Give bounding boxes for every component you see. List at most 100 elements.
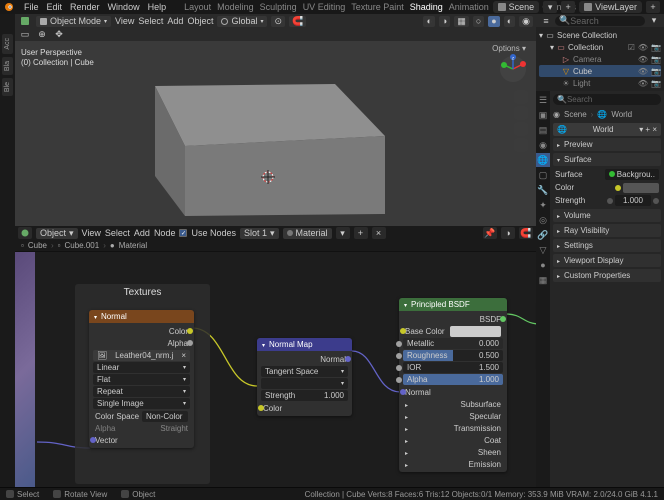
editor-type-icon[interactable] <box>18 15 32 27</box>
ol-camera[interactable]: ▷Camera👁📷 <box>539 53 661 65</box>
use-nodes-checkbox[interactable]: ✓ <box>179 229 187 237</box>
node-image-texture[interactable]: Normal Color Alpha 🖼Leather04_nrm.j× Lin… <box>89 310 194 448</box>
tab-object-icon[interactable]: ▢ <box>536 168 550 182</box>
gizmo-toggle-icon[interactable]: ◐ <box>423 16 434 27</box>
bc-data[interactable]: Cube.001 <box>64 241 99 250</box>
ior-field[interactable]: IOR1.500 <box>403 362 503 373</box>
ne-menu-add[interactable]: Add <box>134 228 150 238</box>
image-field[interactable]: 🖼Leather04_nrm.j× <box>93 350 190 361</box>
ol-scene-collection[interactable]: ▾▭Scene Collection <box>539 29 661 41</box>
outliner-search[interactable]: 🔍Search <box>555 16 645 26</box>
pin-icon[interactable]: 📌 <box>483 227 497 239</box>
eye-icon[interactable]: 👁 <box>638 43 648 52</box>
vp-menu-view[interactable]: View <box>115 16 134 26</box>
colorspace-field[interactable]: Non-Color <box>142 411 188 422</box>
node-principled-bsdf[interactable]: Principled BSDF BSDF Base Color Metallic… <box>399 298 507 472</box>
world-color-swatch[interactable] <box>623 183 659 193</box>
shading-wire-icon[interactable]: ○ <box>473 16 484 27</box>
panel-surface[interactable]: Surface <box>553 153 661 166</box>
outliner-type-icon[interactable]: ≡ <box>539 15 553 27</box>
interp-field[interactable]: Linear▾ <box>93 362 190 373</box>
panel-volume[interactable]: Volume <box>553 209 661 222</box>
tab-scene-icon[interactable]: ◉ <box>536 138 550 152</box>
node-normal-map[interactable]: Normal Map Normal Tangent Space▾ ▾ Stren… <box>257 338 352 416</box>
panel-preview[interactable]: Preview <box>553 138 661 151</box>
ne-menu-select[interactable]: Select <box>105 228 130 238</box>
ne-menu-view[interactable]: View <box>82 228 101 238</box>
tab-particle-icon[interactable]: ✦ <box>536 198 550 212</box>
slot-selector[interactable]: Slot 1 ▾ <box>240 228 279 239</box>
eye-icon[interactable]: 👁 <box>638 79 648 88</box>
tab-viewlayer-icon[interactable]: ▤ <box>536 123 550 137</box>
vtab-ble[interactable]: Ble <box>2 78 13 96</box>
proj-field[interactable]: Flat▾ <box>93 374 190 385</box>
surface-node-field[interactable]: Backgrou.. <box>605 169 659 180</box>
mat-new-icon[interactable]: + <box>354 227 368 239</box>
tab-constraint-icon[interactable]: 🔗 <box>536 228 550 242</box>
props-search[interactable]: 🔍Search <box>553 94 661 105</box>
tool-move-icon[interactable]: ✥ <box>52 29 66 41</box>
snap-icon[interactable]: 🧲 <box>289 16 306 27</box>
mode-selector[interactable]: Object Mode▾ <box>36 16 111 27</box>
layer-new-icon[interactable]: + <box>646 1 660 13</box>
ol-light[interactable]: ☀Light👁📷 <box>539 77 661 89</box>
shader-node-editor[interactable]: Object ▾ View Select Add Node ✓ Use Node… <box>15 226 536 487</box>
vp-menu-object[interactable]: Object <box>187 16 213 26</box>
persp-icon[interactable] <box>514 138 528 152</box>
tab-data-icon[interactable]: ▽ <box>536 243 550 257</box>
tab-sculpting[interactable]: Sculpting <box>260 2 297 12</box>
tab-output-icon[interactable]: ▣ <box>536 108 550 122</box>
orientation-selector[interactable]: Global▾ <box>217 16 267 27</box>
menu-window[interactable]: Window <box>108 2 140 12</box>
shading-matprev-icon[interactable]: ◐ <box>504 16 515 27</box>
render-icon[interactable]: 📷 <box>651 43 661 52</box>
eye-icon[interactable]: 👁 <box>638 67 648 76</box>
exclude-icon[interactable]: ☑ <box>628 43 635 52</box>
uvmap-field[interactable]: ▾ <box>261 378 348 389</box>
viewlayer-selector[interactable]: ViewLayer <box>579 1 642 13</box>
tab-anim[interactable]: Animation <box>449 2 489 12</box>
tab-render-icon[interactable]: ☰ <box>536 93 550 107</box>
render-icon[interactable]: 📷 <box>651 67 661 76</box>
ol-cube[interactable]: ▽Cube👁📷 <box>539 65 661 77</box>
scene-selector[interactable]: Scene <box>493 1 540 13</box>
world-datablock[interactable]: 🌐World▾ + × <box>553 123 661 136</box>
viewport-options[interactable]: Options ▾ <box>492 44 526 53</box>
alpha-field[interactable]: Alpha1.000 <box>403 374 503 385</box>
panel-vpdisplay[interactable]: Viewport Display <box>553 254 661 267</box>
render-icon[interactable]: 📷 <box>651 55 661 64</box>
nav-gizmo[interactable]: Z <box>498 54 528 84</box>
zoom-icon[interactable] <box>514 90 528 104</box>
tab-layout[interactable]: Layout <box>184 2 211 12</box>
tab-shading[interactable]: Shading <box>410 2 443 12</box>
eye-icon[interactable]: 👁 <box>638 55 648 64</box>
tab-texture-icon[interactable]: ▦ <box>536 273 550 287</box>
world-strength-field[interactable]: 1.000 <box>615 195 651 206</box>
ne-snap-icon[interactable]: 🧲 <box>519 227 533 239</box>
shading-solid-icon[interactable]: ● <box>488 16 499 27</box>
bc-object[interactable]: Cube <box>28 241 47 250</box>
camera-icon[interactable] <box>514 122 528 136</box>
xray-icon[interactable]: ▦ <box>454 16 469 27</box>
menu-file[interactable]: File <box>24 2 39 12</box>
space-field[interactable]: Tangent Space▾ <box>261 366 348 377</box>
overlay-toggle-icon[interactable]: ◑ <box>439 16 450 27</box>
tab-modeling[interactable]: Modeling <box>217 2 254 12</box>
pivot-icon[interactable]: ⊙ <box>271 16 285 27</box>
source-field[interactable]: Single Image▾ <box>93 398 190 409</box>
menu-help[interactable]: Help <box>148 2 167 12</box>
render-icon[interactable]: 📷 <box>651 79 661 88</box>
tab-texpaint[interactable]: Texture Paint <box>351 2 404 12</box>
bc-material[interactable]: Material <box>119 241 147 250</box>
tab-uv[interactable]: UV Editing <box>303 2 346 12</box>
outliner-filter-icon[interactable]: ▾ <box>647 15 661 27</box>
scene-new-icon[interactable]: + <box>561 1 575 13</box>
ext-field[interactable]: Repeat▾ <box>93 386 190 397</box>
vtab-bla[interactable]: Bla <box>2 57 13 75</box>
panel-rayvis[interactable]: Ray Visibility <box>553 224 661 237</box>
vp-menu-select[interactable]: Select <box>138 16 163 26</box>
pan-icon[interactable] <box>514 106 528 120</box>
scene-browse-icon[interactable]: ▾ <box>543 1 557 13</box>
roughness-field[interactable]: Roughness0.500 <box>403 350 503 361</box>
vp-menu-add[interactable]: Add <box>167 16 183 26</box>
